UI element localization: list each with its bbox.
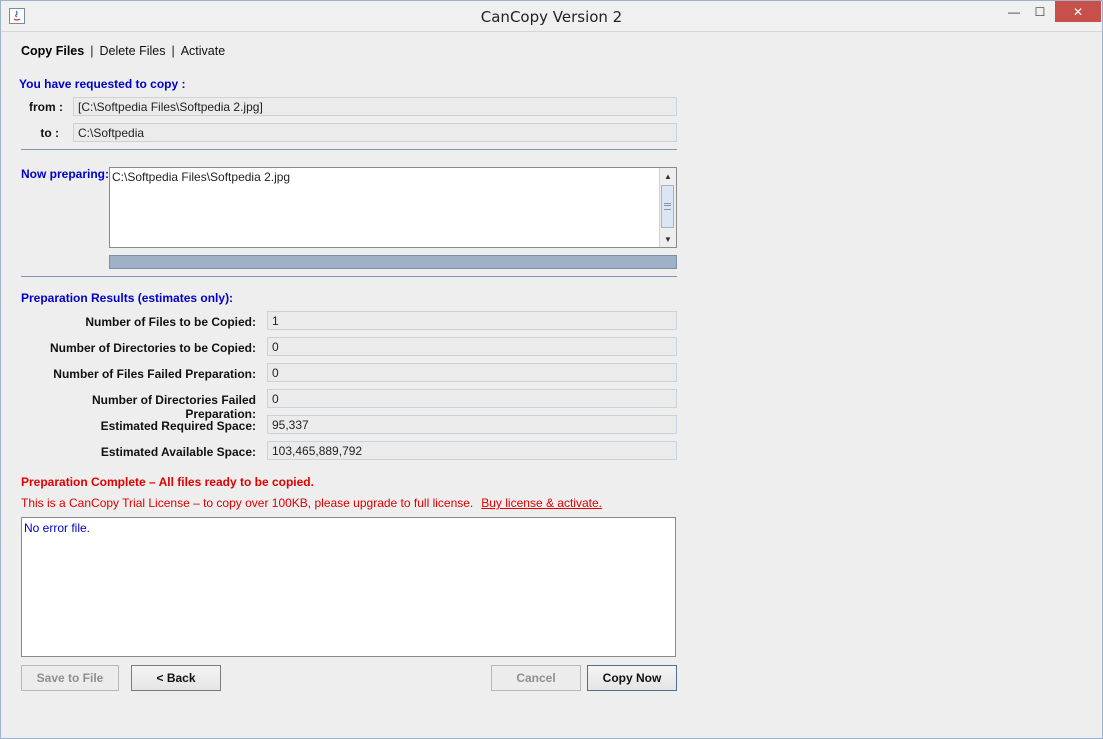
top-nav: Copy Files | Delete Files | Activate — [21, 44, 225, 58]
cancel-button[interactable]: Cancel — [491, 665, 581, 691]
error-text: No error file. — [24, 521, 91, 535]
to-label: to : — [40, 126, 59, 140]
preparation-complete-message: Preparation Complete – All files ready t… — [21, 475, 314, 489]
window-title: CanCopy Version 2 — [480, 8, 623, 26]
nav-delete-files[interactable]: Delete Files — [99, 44, 165, 58]
request-heading: You have requested to copy : — [19, 77, 186, 91]
preparing-text: C:\Softpedia Files\Softpedia 2.jpg — [112, 170, 291, 184]
minimize-button[interactable]: — — [1001, 1, 1027, 23]
results-heading: Preparation Results (estimates only): — [21, 291, 234, 305]
result-label-required-space: Estimated Required Space: — [100, 419, 256, 433]
maximize-button[interactable]: ☐ — [1027, 1, 1053, 23]
result-label-available-space: Estimated Available Space: — [100, 445, 256, 459]
divider — [21, 276, 677, 277]
buy-license-link[interactable]: Buy license & activate. — [481, 496, 602, 510]
progress-bar — [109, 255, 677, 269]
from-field: [C:\Softpedia Files\Softpedia 2.jpg] — [73, 97, 677, 116]
nav-separator: | — [171, 44, 175, 58]
result-value-files: 1 — [267, 311, 677, 330]
copy-now-button[interactable]: Copy Now — [587, 665, 677, 691]
scroll-thumb[interactable] — [661, 185, 674, 228]
nav-activate[interactable]: Activate — [181, 44, 225, 58]
save-to-file-button[interactable]: Save to File — [21, 665, 119, 691]
nav-separator: | — [90, 44, 94, 58]
progress-fill — [110, 256, 676, 268]
result-label-dirs-failed: Number of Directories Failed Preparation… — [91, 393, 256, 421]
scroll-up-arrow-icon[interactable]: ▲ — [660, 168, 676, 184]
result-label-files-failed: Number of Files Failed Preparation: — [53, 367, 256, 381]
result-label-dirs: Number of Directories to be Copied: — [49, 341, 256, 355]
trial-license-text: This is a CanCopy Trial License – to cop… — [21, 496, 474, 510]
scroll-down-arrow-icon[interactable]: ▼ — [660, 231, 676, 247]
result-value-dirs-failed: 0 — [267, 389, 677, 408]
result-value-available-space: 103,465,889,792 — [267, 441, 677, 460]
divider — [21, 149, 677, 150]
result-label-files: Number of Files to be Copied: — [85, 315, 256, 329]
grip-icon — [664, 203, 671, 210]
to-field: C:\Softpedia — [73, 123, 677, 142]
result-value-files-failed: 0 — [267, 363, 677, 382]
back-button[interactable]: < Back — [131, 665, 221, 691]
error-textarea[interactable]: No error file. — [21, 517, 676, 657]
close-button[interactable]: ✕ — [1055, 1, 1101, 22]
cancopy-window: CanCopy Version 2 — ☐ ✕ Copy Files | Del… — [0, 0, 1103, 739]
now-preparing-label: Now preparing: — [21, 167, 110, 181]
from-label: from : — [29, 100, 63, 114]
result-value-dirs: 0 — [267, 337, 677, 356]
result-value-required-space: 95,337 — [267, 415, 677, 434]
nav-copy-files[interactable]: Copy Files — [21, 44, 84, 58]
trial-license-message: This is a CanCopy Trial License – to cop… — [21, 496, 602, 510]
preparing-scrollbar[interactable]: ▲ ▼ — [659, 168, 676, 247]
preparing-textarea[interactable]: C:\Softpedia Files\Softpedia 2.jpg ▲ ▼ — [109, 167, 677, 248]
title-bar[interactable]: CanCopy Version 2 — ☐ ✕ — [1, 1, 1102, 32]
